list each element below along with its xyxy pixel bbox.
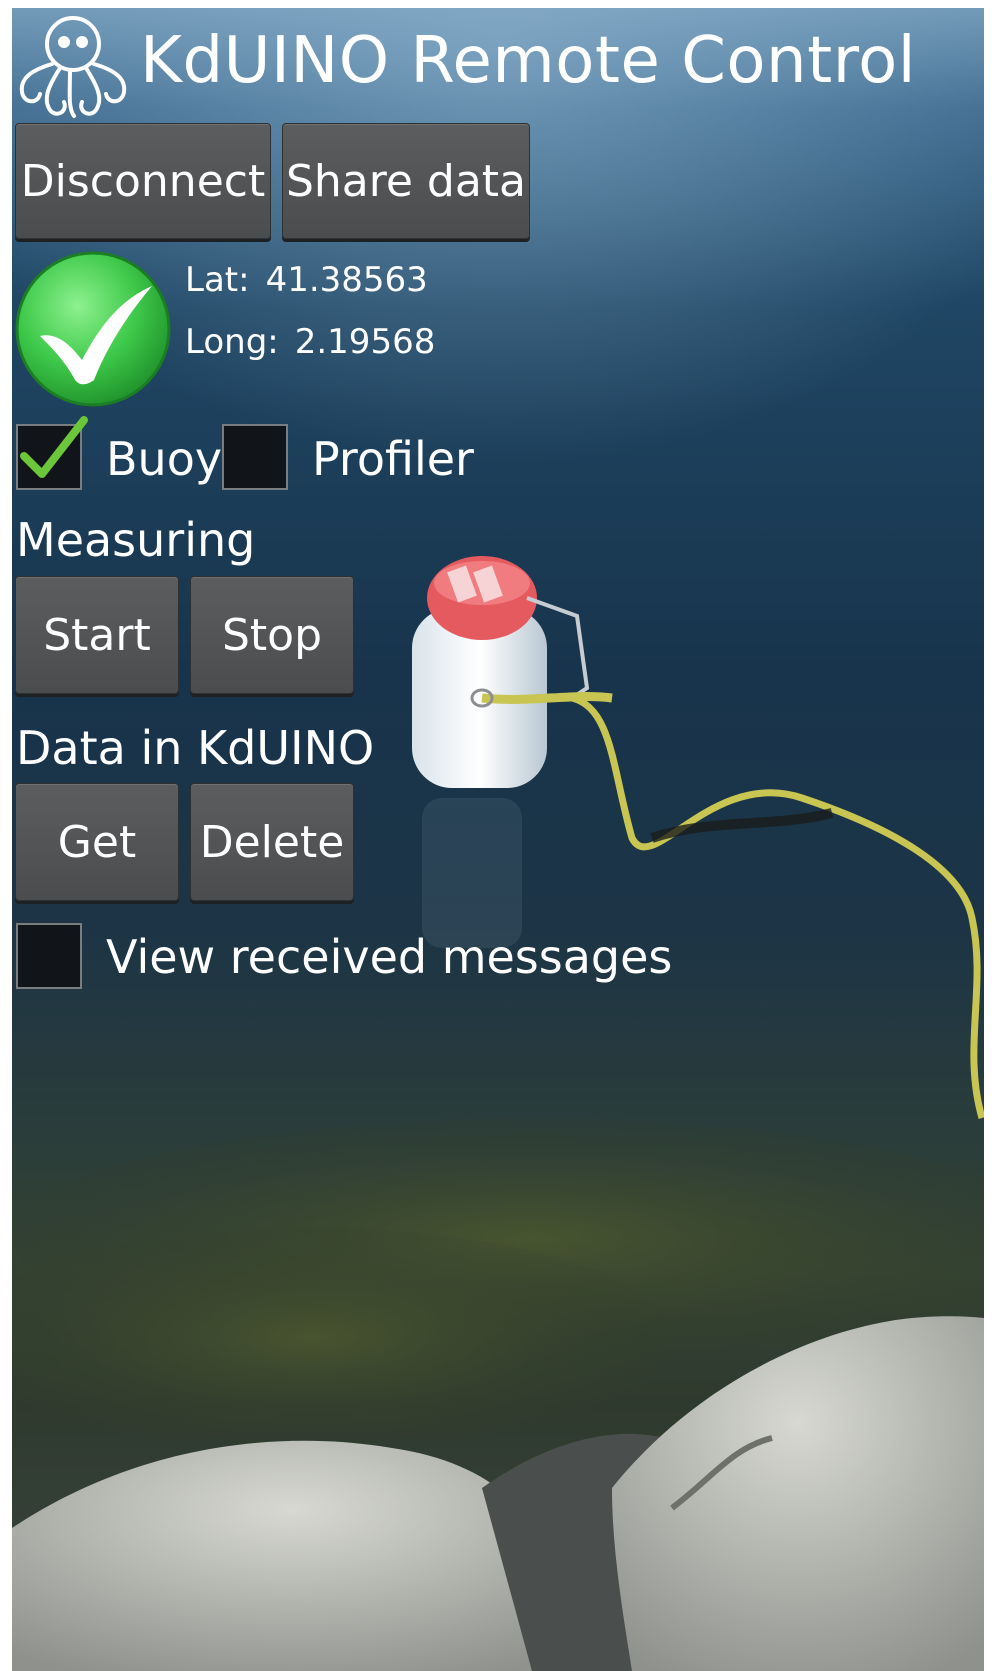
share-data-button[interactable]: Share data bbox=[282, 123, 530, 239]
buoy-label: Buoy bbox=[106, 432, 223, 486]
disconnect-button[interactable]: Disconnect bbox=[15, 123, 271, 239]
get-button[interactable]: Get bbox=[15, 783, 179, 901]
view-messages-label: View received messages bbox=[106, 930, 673, 984]
measuring-heading: Measuring bbox=[16, 513, 256, 567]
latitude-row: Lat: 41.38563 bbox=[185, 260, 428, 300]
start-button[interactable]: Start bbox=[15, 576, 179, 694]
buoy-checkbox[interactable] bbox=[16, 416, 88, 490]
latitude-label: Lat: bbox=[185, 260, 250, 300]
view-messages-checkbox[interactable] bbox=[16, 923, 82, 989]
longitude-label: Long: bbox=[185, 322, 279, 362]
app-screen: KdUINO Remote Control Disconnect Share d… bbox=[12, 8, 984, 1671]
data-heading: Data in KdUINO bbox=[16, 721, 375, 775]
profiler-label: Profiler bbox=[312, 432, 474, 486]
check-circle-icon bbox=[15, 251, 171, 407]
checkmark-icon bbox=[20, 416, 88, 478]
longitude-row: Long: 2.19568 bbox=[185, 322, 435, 362]
octopus-logo-icon bbox=[19, 16, 127, 118]
stop-button[interactable]: Stop bbox=[190, 576, 354, 694]
profiler-checkbox[interactable] bbox=[222, 424, 288, 490]
latitude-value: 41.38563 bbox=[265, 260, 428, 300]
app-title: KdUINO Remote Control bbox=[140, 24, 917, 98]
delete-button[interactable]: Delete bbox=[190, 783, 354, 901]
longitude-value: 2.19568 bbox=[294, 322, 436, 362]
